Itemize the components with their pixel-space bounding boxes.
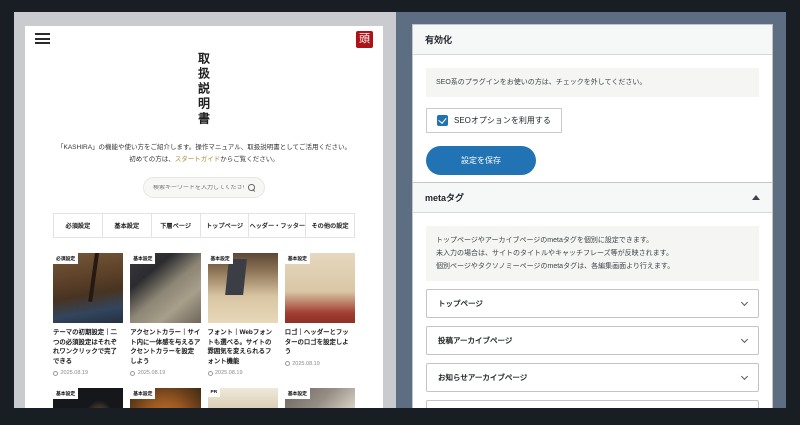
admin-settings-screenshot: 有効化 SEO系のプラグインをお使いの方は、チェックを外してください。 SEOオ… — [396, 12, 786, 408]
article-card[interactable]: 基本設定 ロゴ｜ヘッダーとフッターのロゴを設定しよう 2025.08.19 — [284, 253, 355, 376]
article-card[interactable]: 基本設定 アクセントカラー｜サイト内に一体感を与えるアクセントカラーを設定しよう… — [130, 253, 201, 376]
article-grid: 必須設定 テーマの初期設定｜二つの必須設定はそれぞれワンクリックで完了できる 2… — [53, 253, 355, 408]
hamburger-menu-icon[interactable] — [35, 33, 50, 47]
seo-option-checkbox-label: SEOオプションを利用する — [454, 116, 551, 125]
article-title: テーマの初期設定｜二つの必須設定はそれぞれワンクリックで完了できる — [53, 329, 117, 365]
article-image-dried-soba: 基本設定 — [130, 253, 201, 323]
tab-sub-pages[interactable]: 下層ページ — [152, 214, 201, 237]
clock-icon — [207, 370, 213, 376]
website-screenshot: 頭 取扱説明書 「KASHIRA」の機能や使い方をご紹介します。操作マニュアル、… — [14, 12, 396, 408]
intro-line2: 初めての方は、スタートガイドからご覧ください。 — [129, 156, 279, 163]
article-image-hand-noodles: 基本設定 — [284, 388, 355, 408]
meta-tag-panel-header[interactable]: metaタグ — [413, 183, 772, 213]
article-card[interactable]: PR — [207, 388, 278, 408]
tab-top-page[interactable]: トップページ — [201, 214, 250, 237]
page-title: 取扱説明書 — [196, 52, 211, 127]
category-badge: 基本設定 — [207, 253, 233, 264]
seo-plugin-notice: SEO系のプラグインをお使いの方は、チェックを外してください。 — [426, 68, 759, 97]
article-card[interactable]: 基本設定 — [130, 388, 201, 408]
category-badge: 基本設定 — [284, 388, 310, 400]
article-card[interactable]: 必須設定 テーマの初期設定｜二つの必須設定はそれぞれワンクリックで完了できる 2… — [53, 253, 124, 376]
activation-panel: 有効化 SEO系のプラグインをお使いの方は、チェックを外してください。 SEOオ… — [412, 24, 773, 191]
seo-option-checkbox-row[interactable]: SEOオプションを利用する — [426, 108, 562, 133]
article-date: 2025.08.19 — [207, 370, 278, 376]
search-icon[interactable] — [248, 184, 255, 191]
accordion-post-archive[interactable]: 投稿アーカイブページ — [426, 326, 759, 355]
article-image-noodle-cutting: 基本設定 — [207, 253, 278, 323]
article-card[interactable]: 基本設定 — [284, 388, 355, 408]
category-nav: 必須設定 基本設定 下層ページ トップページ ヘッダー・フッター その他の設定 — [53, 213, 355, 238]
accordion-top-page[interactable]: トップページ — [426, 289, 759, 318]
clock-icon — [53, 370, 58, 376]
category-badge: 基本設定 — [53, 388, 79, 400]
article-title: ロゴ｜ヘッダーとフッターのロゴを設定しよう — [284, 329, 349, 356]
collapse-up-icon[interactable] — [752, 195, 760, 200]
activation-panel-title: 有効化 — [425, 35, 453, 45]
article-image-soba-cup: 必須設定 — [53, 253, 124, 323]
start-guide-link[interactable]: スタートガイド — [175, 156, 221, 163]
article-image-fresh-noodles: 基本設定 — [284, 253, 355, 323]
clock-icon — [130, 370, 136, 376]
tab-basic-settings[interactable]: 基本設定 — [103, 214, 152, 237]
article-title: フォント｜Webフォントも選べる。サイトの雰囲気を変えられるフォント機能 — [207, 329, 273, 365]
intro-line1: 「KASHIRA」の機能や使い方をご紹介します。操作マニュアル、取扱説明書として… — [57, 144, 351, 151]
clock-icon — [284, 361, 290, 367]
checkbox-checked-icon[interactable] — [437, 115, 448, 126]
website-page: 頭 取扱説明書 「KASHIRA」の機能や使い方をご紹介します。操作マニュアル、… — [25, 26, 383, 408]
meta-tag-notice: トップページやアーカイブページのmetaタグを個別に設定できます。 未入力の場合… — [426, 226, 759, 281]
chevron-down-icon[interactable] — [740, 372, 749, 381]
tab-header-footer[interactable]: ヘッダー・フッター — [249, 214, 307, 237]
article-image-sake-bottle: 基本設定 — [53, 388, 124, 408]
intro-text: 「KASHIRA」の機能や使い方をご紹介します。操作マニュアル、取扱説明書として… — [25, 142, 383, 166]
accordion-menu-archive[interactable]: お品書きアーカイブページ — [426, 400, 759, 408]
article-title: アクセントカラー｜サイト内に一体感を与えるアクセントカラーを設定しよう — [130, 329, 201, 365]
search-bar[interactable] — [143, 177, 265, 198]
article-date: 2025.08.19 — [130, 370, 200, 376]
category-badge: 基本設定 — [284, 253, 310, 264]
category-badge: PR — [207, 388, 221, 398]
site-logo[interactable]: 頭 — [356, 31, 373, 48]
meta-tag-panel-title: metaタグ — [425, 193, 465, 203]
article-date: 2025.08.19 — [284, 361, 355, 367]
category-badge: 基本設定 — [130, 388, 156, 400]
article-card[interactable]: 基本設定 — [53, 388, 124, 408]
chevron-down-icon[interactable] — [740, 335, 749, 344]
meta-tag-panel: metaタグ トップページやアーカイブページのmetaタグを個別に設定できます。… — [412, 182, 773, 408]
category-badge: 基本設定 — [130, 253, 156, 264]
category-badge: 必須設定 — [53, 253, 79, 264]
tab-required-settings[interactable]: 必須設定 — [54, 214, 103, 237]
chevron-down-icon[interactable] — [740, 298, 749, 307]
activation-panel-header[interactable]: 有効化 — [413, 25, 772, 55]
article-image-kakiage: 基本設定 — [130, 388, 201, 408]
search-input[interactable] — [153, 184, 244, 191]
accordion-news-archive[interactable]: お知らせアーカイブページ — [426, 363, 759, 392]
save-settings-button[interactable]: 設定を保存 — [426, 146, 536, 175]
article-image-soba-tray: PR — [207, 388, 278, 408]
article-card[interactable]: 基本設定 フォント｜Webフォントも選べる。サイトの雰囲気を変えられるフォント機… — [207, 253, 278, 376]
tab-other-settings[interactable]: その他の設定 — [306, 214, 354, 237]
article-date: 2025.08.19 — [53, 370, 123, 376]
